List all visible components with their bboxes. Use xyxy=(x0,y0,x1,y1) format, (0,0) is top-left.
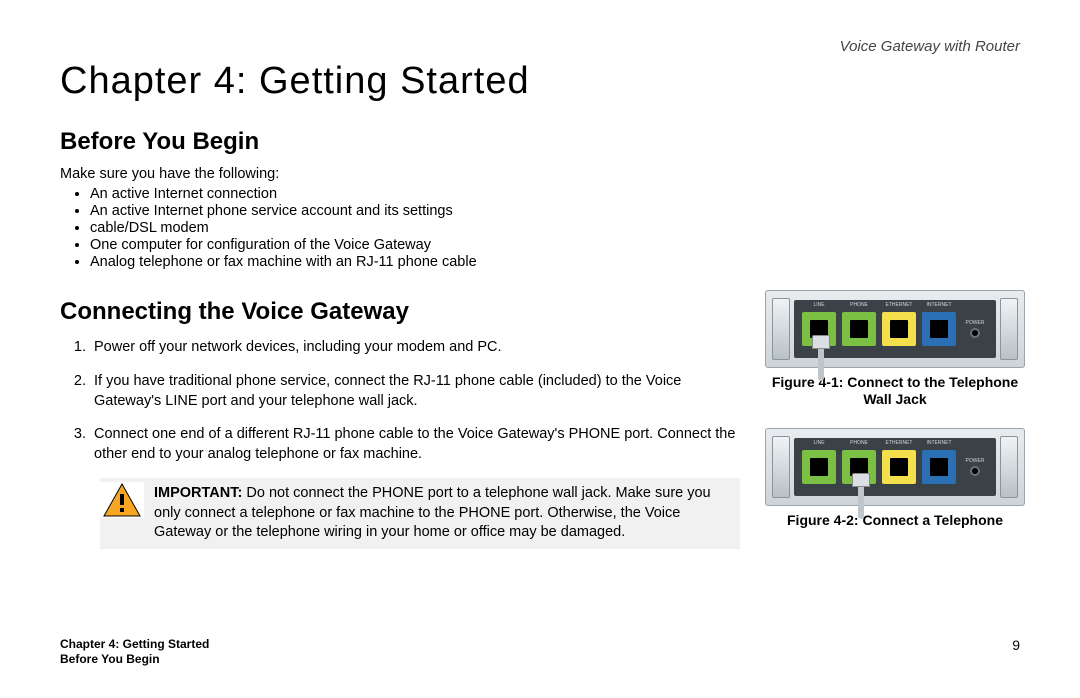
step-item: If you have traditional phone service, c… xyxy=(90,372,740,411)
port-label-internet: INTERNET xyxy=(927,440,952,446)
rj11-cable-icon xyxy=(812,335,830,375)
port-label-line: LINE xyxy=(813,302,824,308)
port-label-power: POWER xyxy=(966,320,985,326)
list-item: One computer for configuration of the Vo… xyxy=(90,237,1030,253)
list-item: cable/DSL modem xyxy=(90,220,1030,236)
figure-4-2: LINE PHONE ETHERNET INTERNET POWER Figur… xyxy=(760,428,1030,529)
list-item: An active Internet connection xyxy=(90,186,1030,202)
port-label-phone: PHONE xyxy=(850,440,868,446)
requirements-list: An active Internet connection An active … xyxy=(90,186,1030,270)
callout-label: IMPORTANT: xyxy=(154,485,242,501)
port-label-line: LINE xyxy=(813,440,824,446)
section-before-you-begin: Before You Begin xyxy=(60,128,1030,156)
step-item: Power off your network devices, includin… xyxy=(90,338,740,358)
section-connecting: Connecting the Voice Gateway xyxy=(60,296,740,328)
warning-icon xyxy=(100,482,144,518)
rj11-cable-icon xyxy=(852,473,870,513)
figure-4-1: LINE PHONE ETHERNET INTERNET POWER Figur… xyxy=(760,290,1030,408)
port-label-ethernet: ETHERNET xyxy=(886,440,913,446)
device-illustration: LINE PHONE ETHERNET INTERNET POWER xyxy=(765,290,1025,368)
callout-text: IMPORTANT: Do not connect the PHONE port… xyxy=(154,482,732,545)
list-item: An active Internet phone service account… xyxy=(90,203,1030,219)
steps-list: Power off your network devices, includin… xyxy=(90,338,740,464)
port-label-ethernet: ETHERNET xyxy=(886,302,913,308)
chapter-title: Chapter 4: Getting Started xyxy=(60,60,1030,103)
port-label-internet: INTERNET xyxy=(927,302,952,308)
step-item: Connect one end of a different RJ-11 pho… xyxy=(90,425,740,464)
intro-text: Make sure you have the following: xyxy=(60,166,1030,182)
important-callout: IMPORTANT: Do not connect the PHONE port… xyxy=(100,478,740,549)
figure-caption: Figure 4-2: Connect a Telephone xyxy=(760,512,1030,529)
device-illustration: LINE PHONE ETHERNET INTERNET POWER xyxy=(765,428,1025,506)
footer-chapter: Chapter 4: Getting Started xyxy=(60,637,209,653)
list-item: Analog telephone or fax machine with an … xyxy=(90,254,1030,270)
footer-section: Before You Begin xyxy=(60,652,209,668)
page-number: 9 xyxy=(1012,637,1020,653)
page-footer: Chapter 4: Getting Started Before You Be… xyxy=(60,637,1020,668)
port-label-phone: PHONE xyxy=(850,302,868,308)
port-label-power: POWER xyxy=(966,458,985,464)
header-product: Voice Gateway with Router xyxy=(840,38,1020,55)
figure-caption: Figure 4-1: Connect to the Telephone Wal… xyxy=(760,374,1030,408)
